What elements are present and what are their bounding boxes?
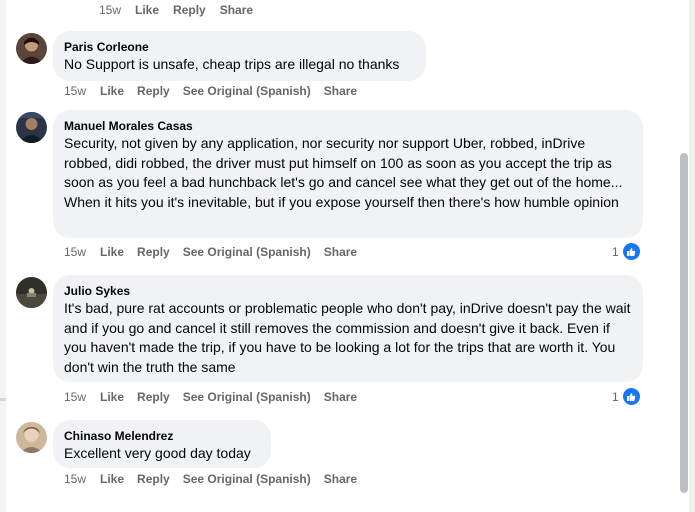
left-edge	[0, 0, 6, 512]
thumbs-up-icon	[621, 242, 641, 261]
reply-link[interactable]: Reply	[137, 390, 170, 404]
reaction-count[interactable]: 1	[612, 242, 641, 261]
thumbs-up-icon	[621, 387, 641, 406]
comment-time[interactable]: 15w	[64, 84, 86, 98]
comment-author[interactable]: Paris Corleone	[64, 39, 415, 55]
comment-author[interactable]: Manuel Morales Casas	[64, 118, 632, 134]
comment-bubble: Paris Corleone No Support is unsafe, che…	[53, 31, 426, 81]
see-original-link[interactable]: See Original (Spanish)	[183, 84, 311, 98]
like-link[interactable]: Like	[100, 245, 124, 259]
reaction-number: 1	[612, 244, 619, 259]
comment-bubble: Chinaso Melendrez Excellent very good da…	[53, 420, 271, 468]
avatar[interactable]	[16, 33, 47, 64]
comment-time: 15w	[99, 3, 122, 17]
previous-comment-actions: 15w Like Reply Share	[99, 3, 267, 17]
comment-text: Security, not given by any application, …	[64, 135, 623, 210]
comment-bubble: Manuel Morales Casas Security, not given…	[53, 110, 643, 238]
share-link[interactable]: Share	[324, 84, 357, 98]
comment-time[interactable]: 15w	[64, 245, 86, 259]
comment-actions: 15w Like Reply See Original (Spanish) Sh…	[64, 390, 370, 404]
see-original-link[interactable]: See Original (Spanish)	[183, 245, 311, 259]
like-link[interactable]: Like	[100, 472, 124, 486]
share-link[interactable]: Share	[324, 472, 357, 486]
comment-actions: 15w Like Reply See Original (Spanish) Sh…	[64, 245, 370, 259]
like-link[interactable]: Like	[100, 84, 124, 98]
reaction-count[interactable]: 1	[612, 387, 641, 406]
reply-link[interactable]: Reply	[137, 245, 170, 259]
avatar[interactable]	[16, 277, 47, 308]
comment-bubble: Julio Sykes It's bad, pure rat accounts …	[53, 275, 643, 382]
comment-time[interactable]: 15w	[64, 390, 86, 404]
share-link[interactable]: Share	[220, 3, 253, 17]
see-original-link[interactable]: See Original (Spanish)	[183, 472, 311, 486]
reply-link[interactable]: Reply	[137, 84, 170, 98]
avatar[interactable]	[16, 112, 47, 143]
like-link[interactable]: Like	[100, 390, 124, 404]
comment-actions: 15w Like Reply See Original (Spanish) Sh…	[64, 84, 370, 98]
reaction-number: 1	[612, 389, 619, 404]
comment-text: Excellent very good day today	[64, 445, 251, 461]
comment-text: No Support is unsafe, cheap trips are il…	[64, 56, 400, 72]
share-link[interactable]: Share	[324, 245, 357, 259]
reply-link[interactable]: Reply	[173, 3, 206, 17]
comment-author[interactable]: Chinaso Melendrez	[64, 428, 260, 444]
avatar[interactable]	[16, 422, 47, 453]
scrollbar-thumb[interactable]	[680, 153, 688, 493]
share-link[interactable]: Share	[324, 390, 357, 404]
comment-actions: 15w Like Reply See Original (Spanish) Sh…	[64, 472, 370, 486]
comment-time[interactable]: 15w	[64, 472, 86, 486]
comment-text: It's bad, pure rat accounts or problemat…	[64, 300, 631, 375]
see-original-link[interactable]: See Original (Spanish)	[183, 390, 311, 404]
like-link[interactable]: Like	[135, 3, 159, 17]
right-edge	[689, 0, 695, 512]
reply-link[interactable]: Reply	[137, 472, 170, 486]
comment-author[interactable]: Julio Sykes	[64, 283, 632, 299]
